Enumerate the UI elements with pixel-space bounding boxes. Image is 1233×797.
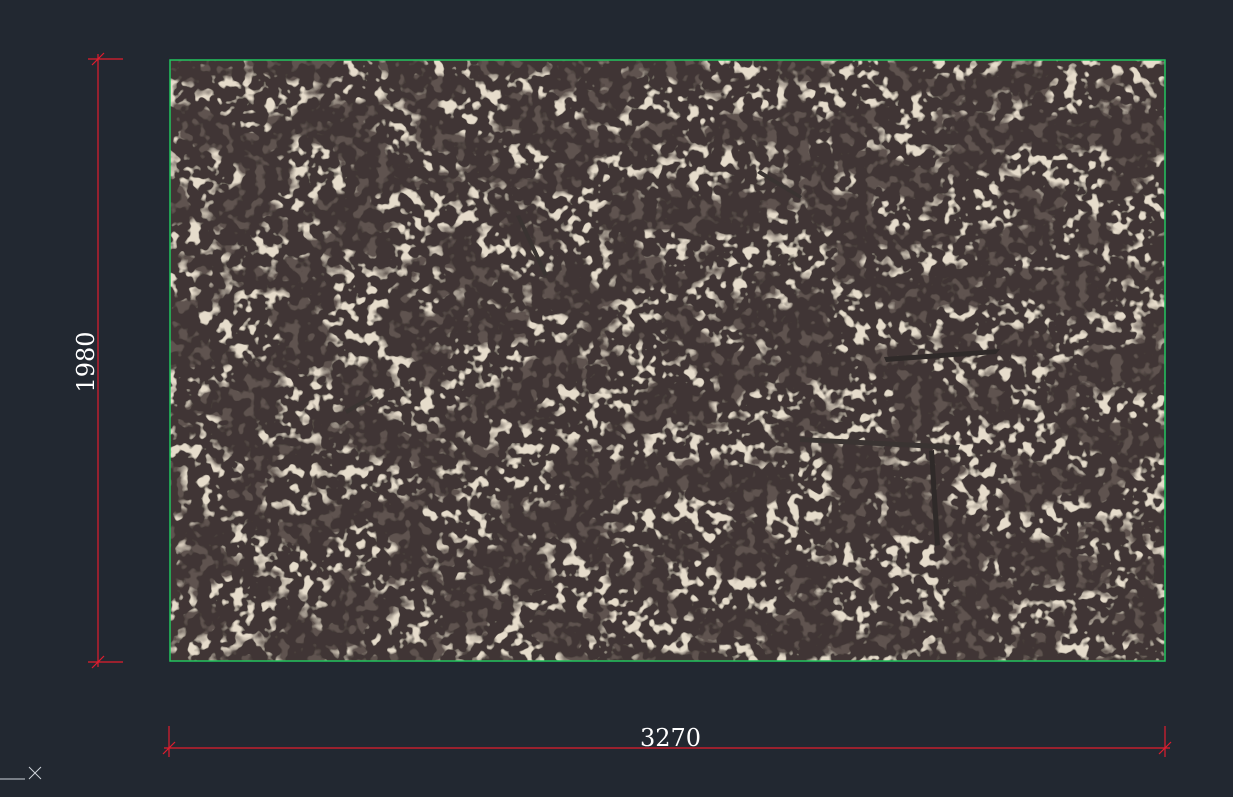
cad-drawing-canvas[interactable] (0, 0, 1233, 797)
width-dimension-label: 3270 (640, 724, 702, 752)
granite-slab-image[interactable] (170, 60, 1165, 661)
ucs-axis-icon (0, 766, 42, 780)
height-dimension-label: 1980 (72, 331, 100, 393)
